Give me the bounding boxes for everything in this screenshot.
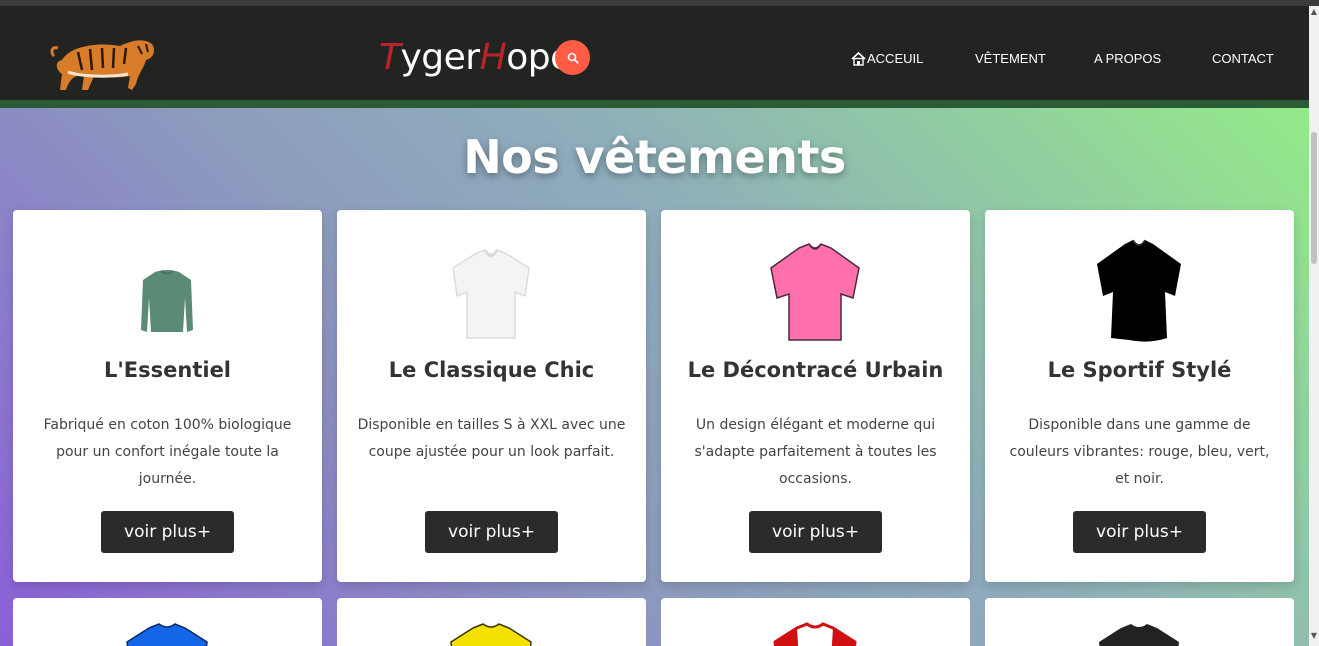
header-bottom-border <box>0 100 1309 108</box>
nav-item-a-propos[interactable]: A PROPOS <box>1094 49 1161 69</box>
long-sleeve-shirt-image <box>141 270 193 332</box>
scroll-up-arrow-icon[interactable]: ▲ <box>1310 8 1318 16</box>
blue-tshirt-image <box>126 623 208 646</box>
products-section: Nos vêtements L'Essentiel Fabriqué en co… <box>0 108 1309 646</box>
product-description: Disponible dans une gamme de couleurs vi… <box>1009 417 1270 487</box>
product-name: Le Décontracé Urbain <box>687 358 944 382</box>
yellow-tshirt-image <box>450 623 532 646</box>
product-card <box>13 598 322 646</box>
product-card <box>985 598 1294 646</box>
dark-tshirt-image <box>1099 624 1179 646</box>
product-description: Fabriqué en coton 100% biologique pour u… <box>43 417 292 487</box>
scroll-down-arrow-icon[interactable]: ▼ <box>1310 632 1318 640</box>
product-name: Le Sportif Stylé <box>1047 358 1232 382</box>
product-card <box>337 598 646 646</box>
nav-label-vetement: VÊTEMENT <box>975 51 1046 66</box>
product-name: Le Classique Chic <box>388 358 595 382</box>
see-more-button[interactable]: voir plus+ <box>425 511 558 553</box>
product-card: Le Décontracé Urbain Un design élégant e… <box>661 210 970 582</box>
home-icon <box>851 52 866 66</box>
red-white-tshirt-image <box>773 622 857 646</box>
nav-item-contact[interactable]: CONTACT <box>1212 49 1274 69</box>
black-tshirt-image <box>1097 239 1181 342</box>
nav-item-vetement[interactable]: VÊTEMENT <box>975 49 1046 69</box>
pink-tshirt-image <box>770 243 860 341</box>
page-scrollbar[interactable]: ▲ ▼ <box>1309 6 1319 646</box>
white-tshirt-image <box>452 249 530 339</box>
page-title: Nos vêtements <box>463 130 846 184</box>
product-card: Le Classique Chic Disponible en tailles … <box>337 210 646 582</box>
nav-label-contact: CONTACT <box>1212 51 1274 66</box>
product-card: Le Sportif Stylé Disponible dans une gam… <box>985 210 1294 582</box>
product-description: Disponible en tailles S à XXL avec une c… <box>357 417 626 460</box>
nav-label-acceuil: ACCEUIL <box>867 51 924 66</box>
product-card: L'Essentiel Fabriqué en coton 100% biolo… <box>13 210 322 582</box>
main-nav: ACCEUIL VÊTEMENT A PROPOS CONTACT <box>0 49 1309 69</box>
see-more-button[interactable]: voir plus+ <box>101 511 234 553</box>
product-name: L'Essentiel <box>103 358 232 382</box>
nav-item-acceuil[interactable]: ACCEUIL <box>851 49 923 69</box>
nav-label-a-propos: A PROPOS <box>1094 51 1162 66</box>
see-more-button[interactable]: voir plus+ <box>749 511 882 553</box>
product-description: Un design élégant et moderne qui s'adapt… <box>694 417 937 487</box>
site-header: TygerHope ACCEUIL VÊTEMENT A PROPOS CONT… <box>0 6 1309 100</box>
product-card <box>661 598 970 646</box>
scroll-thumb[interactable] <box>1311 132 1317 264</box>
see-more-button[interactable]: voir plus+ <box>1073 511 1206 553</box>
